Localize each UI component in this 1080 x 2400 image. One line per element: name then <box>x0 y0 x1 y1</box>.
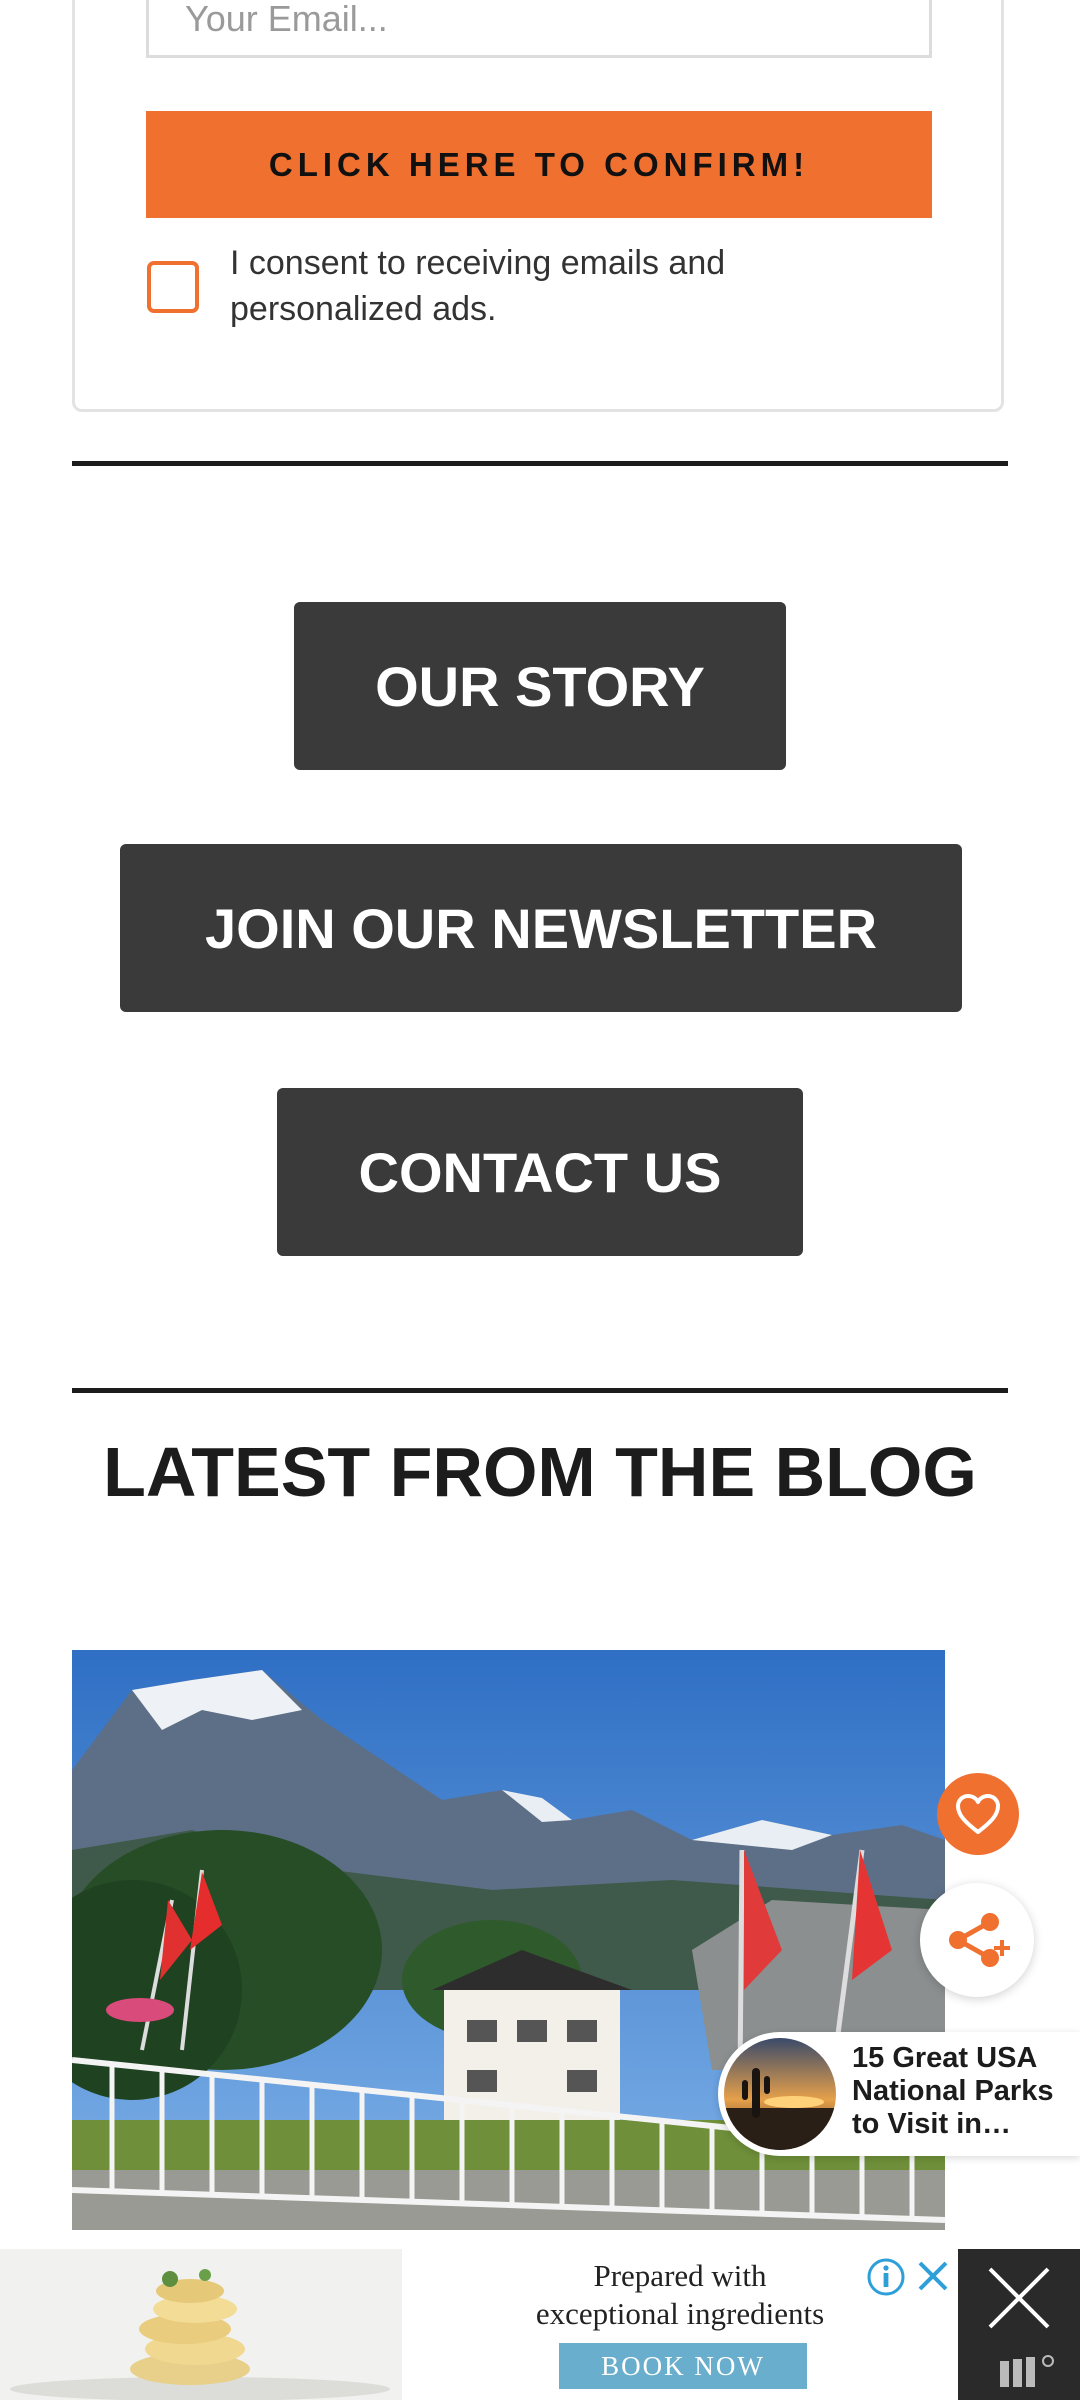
section-divider <box>72 1388 1008 1393</box>
ad-food-image <box>0 2249 402 2400</box>
ad-logo-icon <box>1000 2355 1054 2387</box>
consent-label: I consent to receiving emails and person… <box>230 244 726 328</box>
consent-checkbox[interactable] <box>147 261 199 313</box>
ad-close-panel <box>958 2249 1080 2400</box>
contact-us-button[interactable]: CONTACT US <box>277 1088 803 1256</box>
blog-heading: LATEST FROM THE BLOG <box>103 1433 977 1511</box>
ad-headline-line1: Prepared with <box>593 2258 767 2293</box>
join-newsletter-button[interactable]: JOIN OUR NEWSLETTER <box>120 844 962 1012</box>
confirm-button[interactable]: CLICK HERE TO CONFIRM! <box>146 111 932 218</box>
ad-headline-line2: exceptional ingredients <box>535 2296 825 2331</box>
close-icon[interactable] <box>986 2265 1052 2331</box>
email-field[interactable] <box>146 0 932 58</box>
heart-icon <box>956 1794 1000 1834</box>
info-icon[interactable] <box>866 2257 906 2297</box>
ad-dismiss-icon[interactable] <box>914 2257 952 2295</box>
share-button[interactable] <box>920 1883 1034 1997</box>
ad-book-now-button[interactable]: BOOK NOW <box>559 2343 807 2389</box>
recommended-post-title: 15 Great USA National Parks to Visit in… <box>852 2042 1054 2140</box>
ad-text-panel: Prepared with exceptional ingredients BO… <box>402 2249 958 2400</box>
bottom-ad-banner[interactable]: Prepared with exceptional ingredients BO… <box>0 2249 1080 2400</box>
share-icon <box>949 1913 1010 1967</box>
our-story-button[interactable]: OUR STORY <box>294 602 786 770</box>
favorite-button[interactable] <box>937 1773 1019 1855</box>
recommended-post-thumbnail <box>724 2038 836 2150</box>
recommended-post-card[interactable]: 15 Great USA National Parks to Visit in… <box>718 2032 1080 2156</box>
section-divider <box>72 461 1008 466</box>
